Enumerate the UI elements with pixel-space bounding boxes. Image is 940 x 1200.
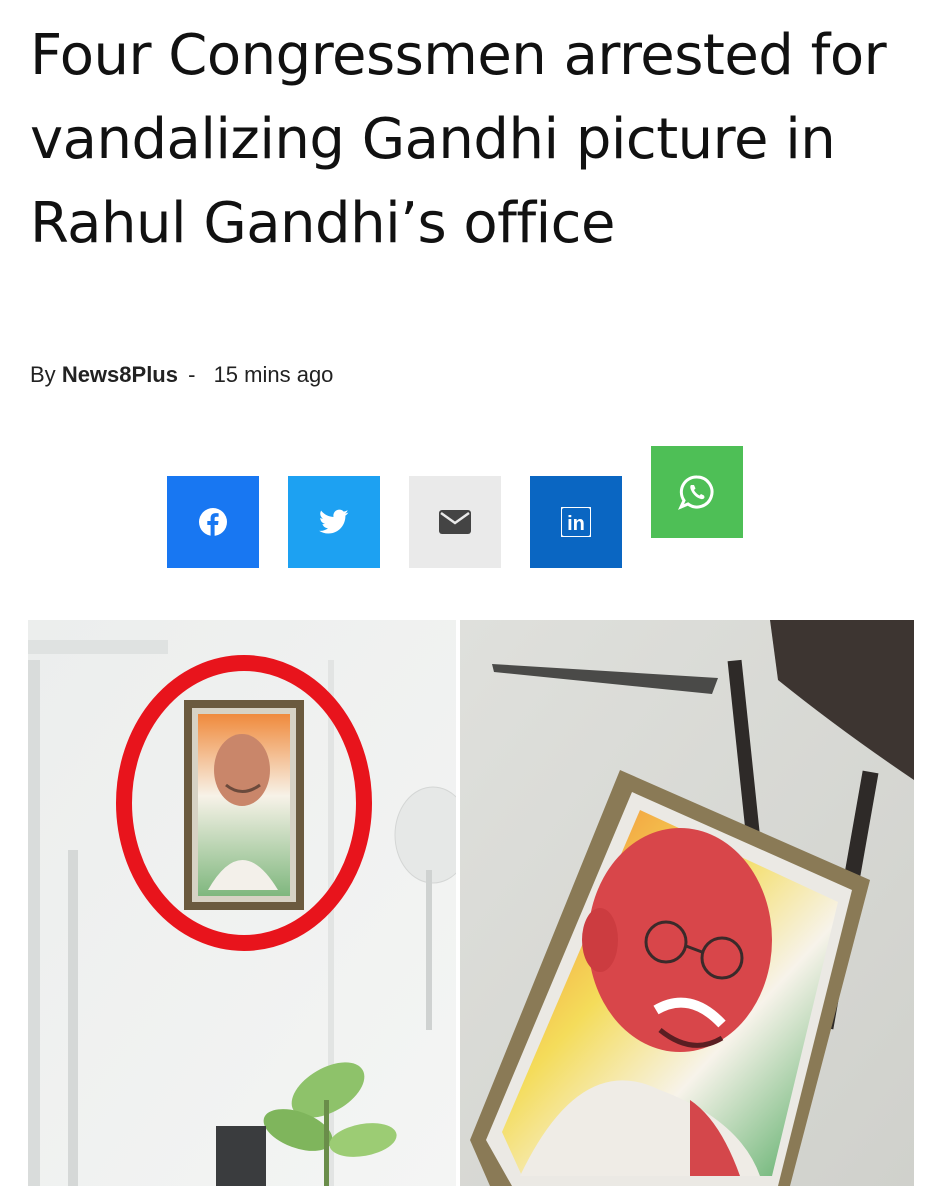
whatsapp-icon <box>678 475 714 510</box>
photo-broken-portrait-floor <box>460 620 914 1186</box>
author-link[interactable]: News8Plus <box>62 362 178 387</box>
twitter-icon <box>319 509 349 534</box>
email-icon <box>439 510 471 534</box>
gandhi-portrait-left <box>184 700 304 910</box>
linkedin-icon: in <box>561 507 591 537</box>
byline-prefix: By <box>30 362 56 387</box>
article-headline: Four Congressmen arrested for vandalizin… <box>30 23 887 256</box>
linkedin-share-button[interactable]: in <box>530 476 622 568</box>
email-share-button[interactable] <box>409 476 501 568</box>
whatsapp-share-button[interactable] <box>651 446 743 538</box>
byline: By News8Plus - 15 mins ago <box>30 362 333 388</box>
twitter-share-button[interactable] <box>288 476 380 568</box>
linkedin-glyph: in <box>567 513 585 535</box>
facebook-icon <box>199 508 227 536</box>
post-time: 15 mins ago <box>213 362 334 387</box>
photo-portrait-on-wall <box>28 620 456 1186</box>
facebook-share-button[interactable] <box>167 476 259 568</box>
byline-separator: - <box>188 362 196 387</box>
